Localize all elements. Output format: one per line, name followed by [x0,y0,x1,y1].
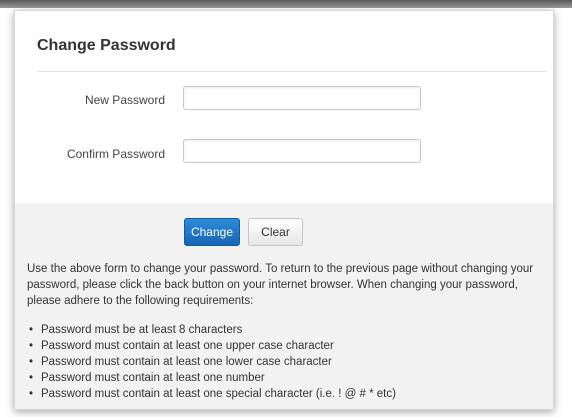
list-item: • Password must contain at least one spec… [27,386,547,402]
bullet-icon: • [29,356,34,368]
list-item: • Password must contain at least one uppe… [27,338,547,354]
window-top-bar [0,0,572,8]
requirement-text: Password must contain at least one lower… [41,356,332,368]
bullet-icon: • [29,372,34,384]
clear-button[interactable]: Clear [248,218,303,246]
new-password-label: New Password [84,93,165,107]
confirm-password-label: Confirm Password [66,147,165,161]
change-password-panel: Change Password New Password Confirm Pas… [14,10,554,410]
requirement-text: Password must contain at least one speci… [41,388,396,400]
requirement-text: Password must be at least 8 characters [41,324,243,336]
requirements-list: • Password must be at least 8 characters … [27,322,547,402]
requirement-text: Password must contain at least one numbe… [41,372,265,384]
confirm-password-input[interactable] [183,139,421,163]
title-divider [37,71,547,72]
list-item: • Password must contain at least one lowe… [27,354,547,370]
bullet-icon: • [29,324,34,336]
change-button[interactable]: Change [184,218,240,246]
instructions-text: Use the above form to change your passwo… [27,263,534,307]
new-password-input[interactable] [183,86,421,110]
list-item: • Password must contain at least one numb… [27,370,547,386]
bullet-icon: • [29,340,34,352]
bullet-icon: • [29,388,34,400]
list-item: • Password must be at least 8 characters [27,322,547,338]
requirement-text: Password must contain at least one upper… [41,340,334,352]
page-title: Change Password [37,37,176,54]
